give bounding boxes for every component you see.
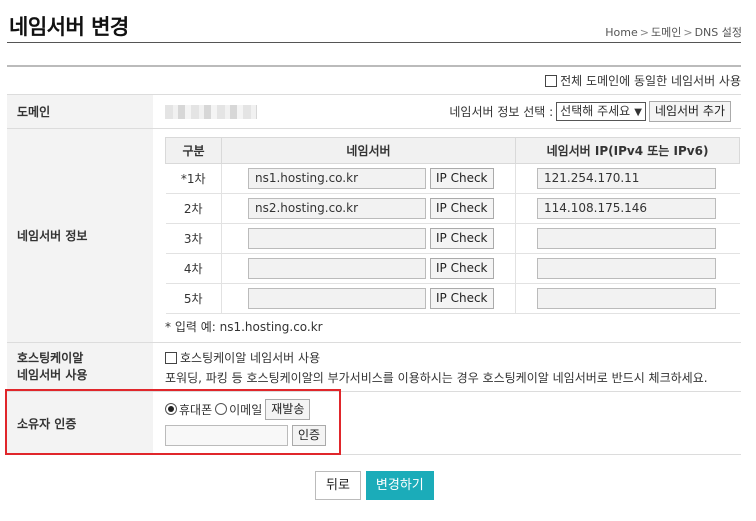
chevron-right-icon: > xyxy=(683,26,693,39)
resend-button[interactable]: 재발송 xyxy=(265,398,311,420)
column-header-nameserver: 네임서버 xyxy=(221,137,516,164)
ip-check-button-2[interactable]: IP Check xyxy=(430,198,494,219)
hosting-ns-note: 포워딩, 파킹 등 호스팅케이알의 부가서비스를 이용하시는 경우 호스팅케이알… xyxy=(165,371,708,385)
nameserver-info-row: 네임서버 정보 구분 네임서버 네임서버 IP(IPv4 또는 IPv6) *1… xyxy=(7,129,741,343)
ip-check-button-5[interactable]: IP Check xyxy=(430,288,494,309)
breadcrumb-dns: DNS 설정 xyxy=(694,26,742,39)
row-number: 4차 xyxy=(165,253,222,284)
column-header-num: 구분 xyxy=(165,137,222,164)
ip-input-4[interactable] xyxy=(537,258,716,279)
phone-radio[interactable] xyxy=(165,403,177,415)
email-radio[interactable] xyxy=(215,403,228,415)
submit-button[interactable]: 변경하기 xyxy=(365,471,434,500)
nameserver-input-5[interactable] xyxy=(248,288,426,309)
hosting-ns-row: 호스팅케이알 네임서버 사용 호스팅케이알 네임서버 사용 포워딩, 파킹 등 … xyxy=(7,343,741,392)
row-number: 5차 xyxy=(165,283,222,314)
back-button[interactable]: 뒤로 xyxy=(315,471,361,500)
chevron-down-icon: ▼ xyxy=(634,107,642,118)
column-header-ip: 네임서버 IP(IPv4 또는 IPv6) xyxy=(515,137,740,164)
title-divider xyxy=(7,42,741,43)
row-number: 3차 xyxy=(165,223,222,254)
owner-auth-label: 소유자 인증 xyxy=(7,392,153,454)
hosting-ns-label-line2: 네임서버 사용 xyxy=(17,368,88,382)
nameserver-form: 전체 도메인에 동일한 네임서버 사용 도메인 네임서버 정보 선택 : 선택해… xyxy=(7,65,741,455)
breadcrumb: Home > 도메인 > DNS 설정 xyxy=(605,24,742,40)
hosting-ns-label-line1: 호스팅케이알 xyxy=(17,351,84,365)
ip-check-button-1[interactable]: IP Check xyxy=(430,168,494,189)
ns-select-prompt: 네임서버 정보 선택 : xyxy=(449,105,554,119)
form-actions: 뒤로 변경하기 xyxy=(315,471,434,500)
ip-input-5[interactable] xyxy=(537,288,716,309)
table-row: *1차 ns1.hosting.co.kr IP Check 121.254.17… xyxy=(165,163,740,194)
row-number: *1차 xyxy=(165,163,222,194)
auth-code-input[interactable] xyxy=(165,425,288,446)
row-number: 2차 xyxy=(165,193,222,224)
ns-info-select-value: 선택해 주세요 xyxy=(560,104,631,118)
phone-radio-label[interactable]: 휴대폰 xyxy=(179,401,212,418)
nameserver-input-2[interactable]: ns2.hosting.co.kr xyxy=(248,198,426,219)
ns-info-select[interactable]: 선택해 주세요 ▼ xyxy=(556,102,646,121)
apply-all-row: 전체 도메인에 동일한 네임서버 사용 xyxy=(7,67,741,95)
table-row: 4차 IP Check xyxy=(165,253,740,284)
verify-button[interactable]: 인증 xyxy=(292,425,327,446)
nameserver-input-1[interactable]: ns1.hosting.co.kr xyxy=(248,168,426,189)
breadcrumb-domain[interactable]: 도메인 xyxy=(651,26,681,39)
ip-check-button-3[interactable]: IP Check xyxy=(430,228,494,249)
apply-all-label[interactable]: 전체 도메인에 동일한 네임서버 사용 xyxy=(560,72,741,89)
page-title: 네임서버 변경 xyxy=(9,15,129,39)
table-row: 2차 ns2.hosting.co.kr IP Check 114.108.175… xyxy=(165,193,740,224)
domain-label: 도메인 xyxy=(7,95,153,128)
owner-auth-row: 소유자 인증 휴대폰 이메일 재발송 인증 xyxy=(7,392,741,455)
hosting-ns-checkbox-label[interactable]: 호스팅케이알 네임서버 사용 xyxy=(180,351,320,365)
ip-input-3[interactable] xyxy=(537,228,716,249)
nameserver-info-label: 네임서버 정보 xyxy=(7,129,153,342)
ip-check-button-4[interactable]: IP Check xyxy=(430,258,494,279)
domain-value-redacted xyxy=(165,104,257,119)
chevron-right-icon: > xyxy=(639,26,649,39)
ip-input-2[interactable]: 114.108.175.146 xyxy=(537,198,716,219)
input-example-hint: * 입력 예: ns1.hosting.co.kr xyxy=(165,320,323,334)
ip-input-1[interactable]: 121.254.170.11 xyxy=(537,168,716,189)
nameserver-input-4[interactable] xyxy=(248,258,426,279)
add-nameserver-button[interactable]: 네임서버 추가 xyxy=(648,101,731,122)
table-row: 5차 IP Check xyxy=(165,283,740,314)
domain-row: 도메인 네임서버 정보 선택 : 선택해 주세요 ▼ 네임서버 추가 xyxy=(7,95,741,129)
table-header-row: 구분 네임서버 네임서버 IP(IPv4 또는 IPv6) xyxy=(165,137,740,164)
breadcrumb-home[interactable]: Home xyxy=(605,26,637,39)
nameserver-table: 구분 네임서버 네임서버 IP(IPv4 또는 IPv6) *1차 ns1.ho… xyxy=(165,137,740,314)
table-row: 3차 IP Check xyxy=(165,223,740,254)
apply-all-checkbox[interactable] xyxy=(545,74,558,87)
nameserver-input-3[interactable] xyxy=(248,228,426,249)
email-radio-label[interactable]: 이메일 xyxy=(229,401,262,418)
hosting-ns-checkbox[interactable] xyxy=(165,352,177,364)
